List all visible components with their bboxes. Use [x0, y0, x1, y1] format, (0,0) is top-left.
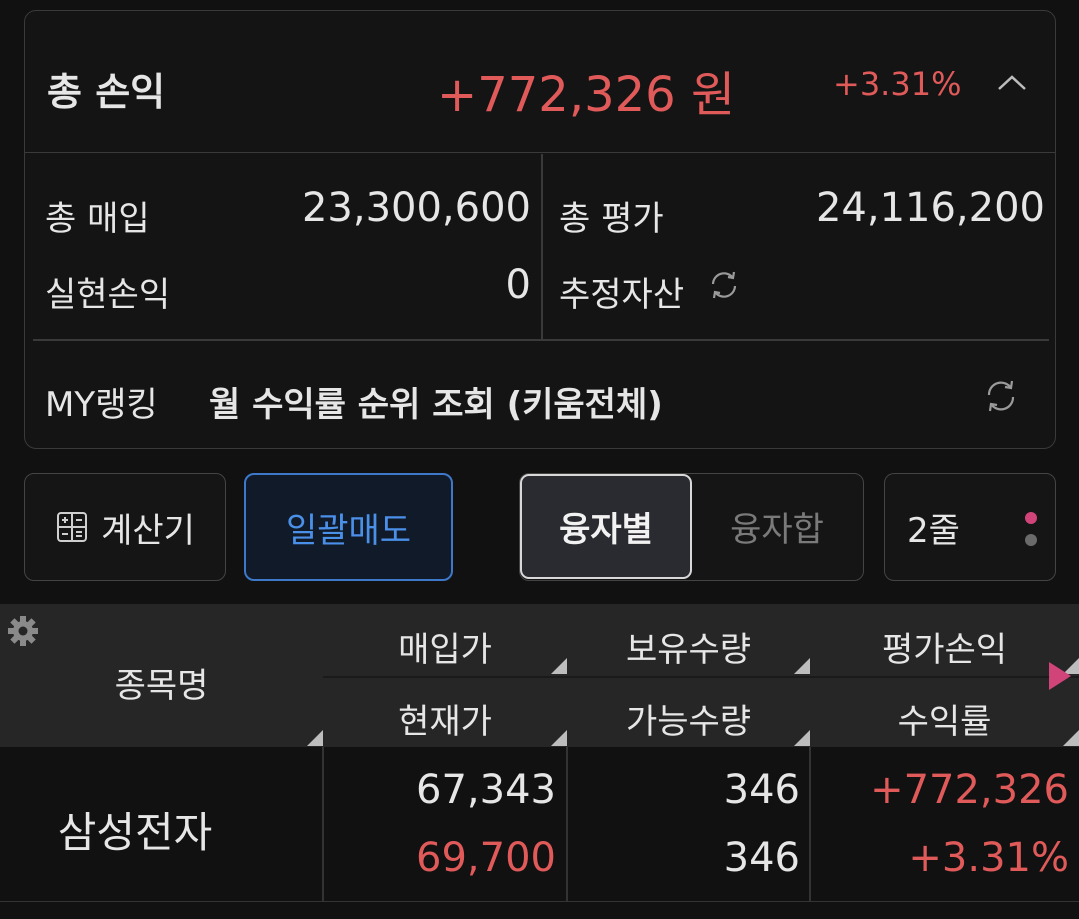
two-lines-button[interactable]: 2줄 [884, 473, 1056, 581]
vertical-divider [541, 154, 543, 340]
total-profit-rate: +3.31% [833, 65, 962, 103]
header-row-divider [323, 676, 1079, 678]
row-rate: +3.31% [908, 835, 1069, 881]
segment-by-loan[interactable]: 융자별 [520, 474, 692, 579]
scroll-right-arrow-icon[interactable] [1047, 660, 1073, 692]
row-eval-pl: +772,326 [870, 767, 1069, 813]
column-divider [809, 747, 811, 902]
estimated-asset-label: 추정자산 [559, 275, 685, 315]
sort-corner-icon [307, 730, 323, 746]
horizontal-divider [33, 339, 1049, 341]
calculator-button[interactable]: 계산기 [24, 473, 226, 581]
bulk-sell-button[interactable]: 일괄매도 [244, 473, 453, 581]
table-header: 종목명 매입가 보유수량 평가손익 현재가 가능수량 수익률 [0, 604, 1079, 747]
segment-loan-sum[interactable]: 융자합 [692, 474, 862, 579]
my-ranking-label: MY랭킹 [45, 385, 158, 425]
column-divider [566, 747, 568, 902]
more-dots-icon [1025, 512, 1039, 556]
summary-header[interactable]: 총 손익 +772,326 원 +3.31% [25, 11, 1055, 153]
sort-corner-icon [794, 658, 810, 674]
total-eval-label: 총 평가 [559, 199, 664, 239]
refresh-icon[interactable] [707, 268, 741, 302]
sort-corner-icon [551, 658, 567, 674]
total-buy-value: 23,300,600 [301, 185, 531, 231]
header-avail-qty[interactable]: 가능수량 [567, 694, 810, 743]
row-buy-price: 67,343 [416, 767, 556, 813]
realized-pl-label: 실현손익 [45, 275, 171, 315]
total-eval-value: 24,116,200 [815, 185, 1045, 231]
sort-corner-icon [794, 730, 810, 746]
calculator-icon [57, 512, 88, 542]
header-eval-pl[interactable]: 평가손익 [810, 622, 1079, 671]
header-rate[interactable]: 수익률 [810, 694, 1079, 743]
header-hold-qty[interactable]: 보유수량 [567, 622, 810, 671]
header-stock-name[interactable]: 종목명 [0, 658, 323, 707]
loan-segment-control: 융자별 융자합 [519, 473, 864, 581]
two-lines-label: 2줄 [907, 510, 960, 551]
total-profit-amount: +772,326 원 [437, 67, 736, 123]
calculator-label: 계산기 [101, 510, 195, 551]
row-hold-qty: 346 [723, 767, 800, 813]
sort-corner-icon [1063, 730, 1079, 746]
table-row[interactable]: 삼성전자 67,343 69,700 346 346 +772,326 +3.3… [0, 747, 1079, 902]
header-buy-price[interactable]: 매입가 [323, 622, 567, 671]
gear-icon[interactable] [6, 614, 40, 648]
chevron-up-icon[interactable] [995, 66, 1029, 100]
bulk-sell-label: 일괄매도 [285, 510, 412, 551]
ranking-link[interactable]: 월 수익률 순위 조회 (키움전체) [209, 377, 663, 426]
total-buy-label: 총 매입 [45, 199, 150, 239]
header-cur-price[interactable]: 현재가 [323, 694, 567, 743]
summary-title: 총 손익 [47, 70, 166, 114]
summary-card: 총 손익 +772,326 원 +3.31% 총 매입 23,300,600 총… [24, 10, 1056, 449]
column-divider [322, 747, 324, 902]
row-avail-qty: 346 [723, 835, 800, 881]
ranking-refresh-icon[interactable] [982, 377, 1020, 415]
row-cur-price: 69,700 [416, 835, 556, 881]
sort-corner-icon [551, 730, 567, 746]
realized-pl-value: 0 [505, 262, 531, 308]
row-stock-name: 삼성전자 [57, 808, 213, 857]
